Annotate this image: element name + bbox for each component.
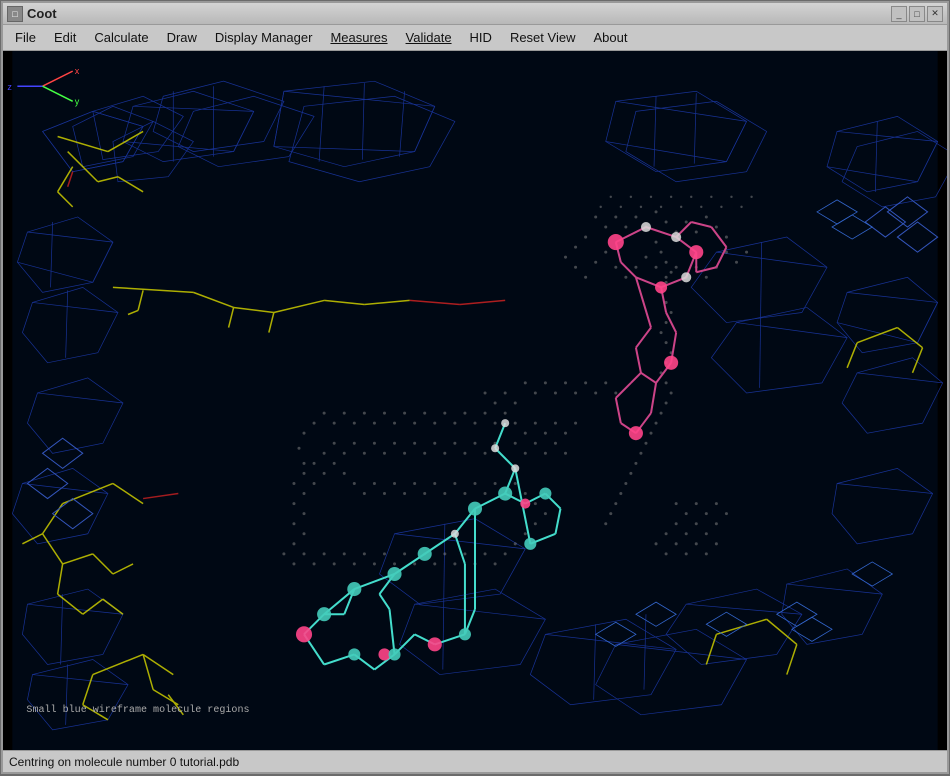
menu-item-file[interactable]: File	[7, 28, 44, 47]
menu-item-calculate[interactable]: Calculate	[86, 28, 156, 47]
menu-item-draw[interactable]: Draw	[159, 28, 205, 47]
status-message: Centring on molecule number 0 tutorial.p…	[9, 755, 239, 769]
close-button[interactable]: ✕	[927, 6, 943, 22]
menu-item-hid[interactable]: HID	[462, 28, 500, 47]
menu-item-display-manager[interactable]: Display Manager	[207, 28, 321, 47]
svg-text:Small blue wireframe molecule: Small blue wireframe molecule regions	[26, 704, 249, 716]
window-title: Coot	[27, 6, 57, 21]
menu-item-measures[interactable]: Measures	[322, 28, 395, 47]
minimize-button[interactable]: _	[891, 6, 907, 22]
molecular-visualization: x y z	[3, 51, 947, 750]
svg-text:z: z	[7, 82, 12, 92]
maximize-button[interactable]: □	[909, 6, 925, 22]
svg-text:y: y	[75, 96, 80, 106]
status-bar: Centring on molecule number 0 tutorial.p…	[3, 750, 947, 772]
main-window: □ Coot _ □ ✕ FileEditCalculateDrawDispla…	[1, 1, 949, 774]
title-bar: □ Coot _ □ ✕	[3, 3, 947, 25]
window-icon: □	[7, 6, 23, 22]
menu-item-about[interactable]: About	[585, 28, 635, 47]
window-controls: _ □ ✕	[891, 6, 943, 22]
menu-item-validate[interactable]: Validate	[398, 28, 460, 47]
title-bar-left: □ Coot	[7, 6, 57, 22]
menubar: FileEditCalculateDrawDisplay ManagerMeas…	[3, 25, 947, 51]
menu-item-reset-view[interactable]: Reset View	[502, 28, 584, 47]
svg-text:x: x	[75, 66, 80, 76]
menu-item-edit[interactable]: Edit	[46, 28, 84, 47]
3d-viewport[interactable]: x y z	[3, 51, 947, 750]
